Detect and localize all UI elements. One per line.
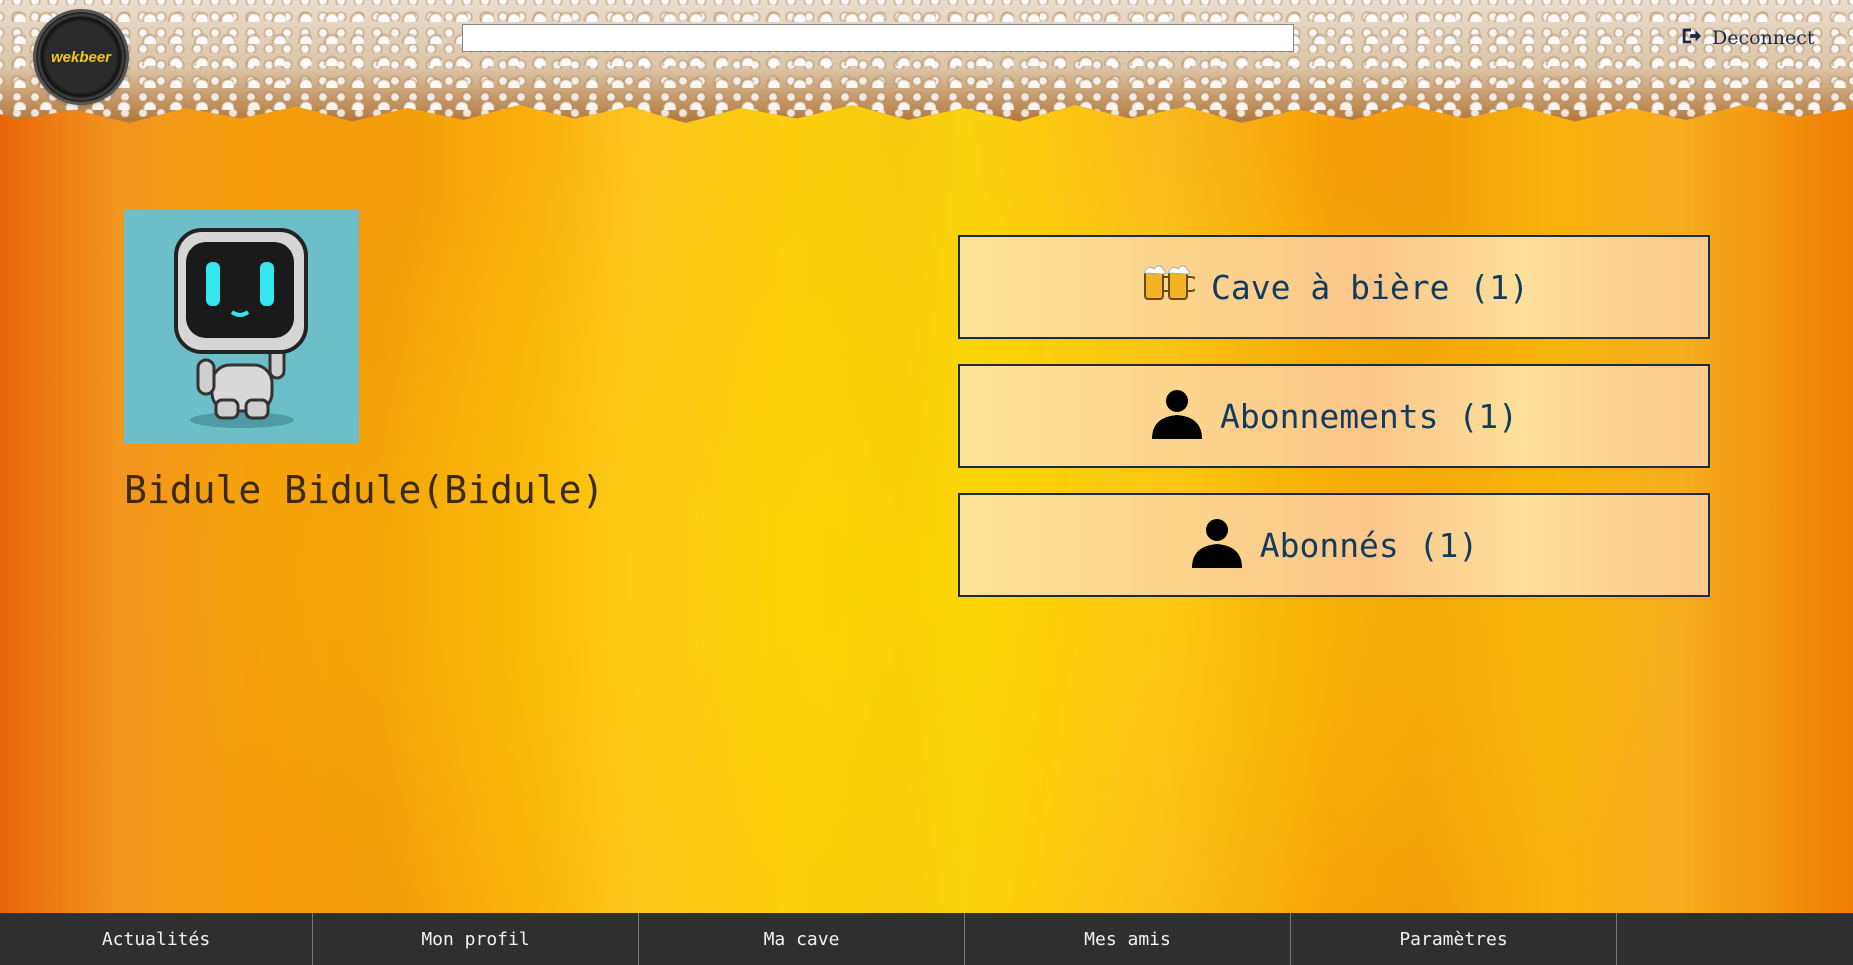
nav-item-actualites[interactable]: Actualités	[0, 913, 313, 965]
bottom-nav: Actualités Mon profil Ma cave Mes amis P…	[0, 913, 1853, 965]
abonnes-label: Abonnés (1)	[1259, 525, 1479, 565]
nav-item-mes-amis[interactable]: Mes amis	[965, 913, 1291, 965]
person-icon	[1150, 385, 1204, 447]
beer-foam-header	[0, 0, 1853, 123]
avatar	[124, 210, 359, 444]
abonnements-label: Abonnements (1)	[1219, 396, 1518, 436]
nav-item-mon-profil[interactable]: Mon profil	[313, 913, 639, 965]
abonnes-button[interactable]: Abonnés (1)	[958, 493, 1710, 597]
cave-label: Cave à bière (1)	[1211, 267, 1529, 307]
logo-text: wekbeer	[50, 48, 112, 66]
nav-item-parametres[interactable]: Paramètres	[1291, 913, 1617, 965]
search-input[interactable]	[462, 24, 1294, 52]
logout-button[interactable]: Deconnect	[1680, 26, 1815, 50]
person-icon	[1190, 514, 1244, 576]
robot-avatar-image	[174, 228, 308, 428]
abonnements-button[interactable]: Abonnements (1)	[958, 364, 1710, 468]
app-logo[interactable]: wekbeer	[36, 12, 126, 102]
cave-button[interactable]: Cave à bière (1)	[958, 235, 1710, 339]
nav-item-ma-cave[interactable]: Ma cave	[639, 913, 965, 965]
logout-icon	[1680, 25, 1702, 52]
logout-label: Deconnect	[1712, 27, 1815, 49]
beer-mugs-icon	[1139, 261, 1200, 313]
profile-name: Bidule Bidule(Bidule)	[124, 468, 605, 512]
